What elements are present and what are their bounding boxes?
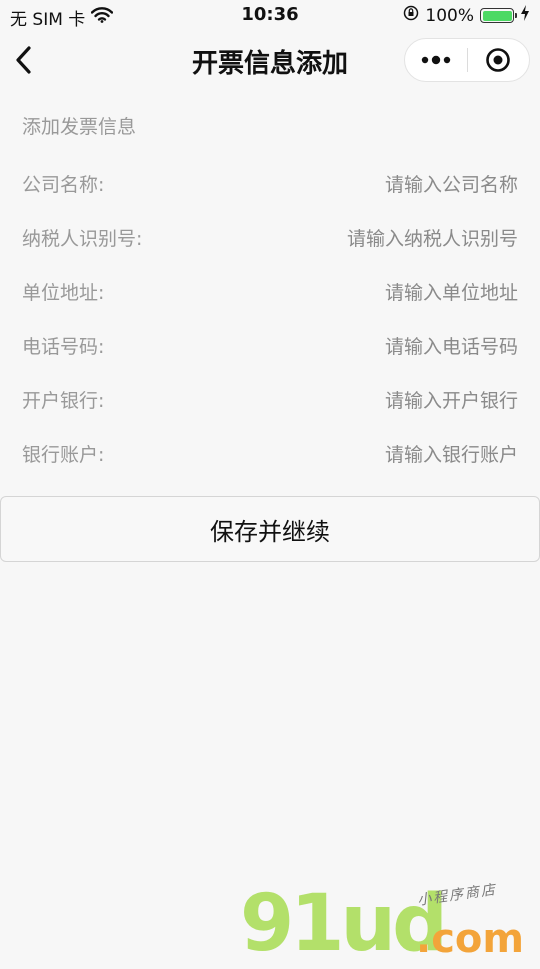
battery-icon — [480, 8, 517, 23]
form-row-bank-account: 银行账户: — [0, 440, 540, 494]
watermark: 91ud 小程序商店 .com — [240, 880, 540, 964]
company-name-input[interactable] — [218, 174, 518, 196]
field-label: 电话号码: — [22, 336, 105, 358]
phone-input[interactable] — [218, 336, 518, 358]
nav-bar: 开票信息添加 — [0, 30, 540, 90]
battery-fill — [482, 10, 512, 21]
status-bar: 无 SIM 卡 10:36 100% — [0, 0, 540, 30]
back-button[interactable] — [10, 44, 40, 76]
close-mini-program-button[interactable] — [467, 39, 529, 81]
watermark-domain: .com — [416, 916, 525, 962]
form-row-bank: 开户银行: — [0, 386, 540, 440]
save-and-continue-button[interactable]: 保存并继续 — [0, 496, 540, 562]
chevron-left-icon — [16, 46, 31, 74]
charging-icon — [520, 5, 530, 26]
rotation-lock-icon — [403, 5, 419, 26]
target-circle-icon — [486, 48, 511, 72]
field-label: 开户银行: — [22, 390, 105, 412]
taxpayer-id-input[interactable] — [218, 228, 518, 250]
section-header: 添加发票信息 — [22, 116, 137, 138]
form-row-taxpayer-id: 纳税人识别号: — [0, 224, 540, 278]
status-right: 100% — [403, 5, 530, 26]
bank-input[interactable] — [218, 390, 518, 412]
mini-program-capsule — [404, 38, 530, 82]
bank-account-input[interactable] — [218, 444, 518, 466]
battery-percent: 100% — [425, 5, 474, 26]
form-row-phone: 电话号码: — [0, 332, 540, 386]
form-row-address: 单位地址: — [0, 278, 540, 332]
more-button[interactable] — [405, 39, 467, 81]
address-input[interactable] — [218, 282, 518, 304]
field-label: 单位地址: — [22, 282, 105, 304]
field-label: 银行账户: — [22, 444, 105, 466]
field-label: 公司名称: — [22, 174, 105, 196]
form-row-company-name: 公司名称: — [0, 170, 540, 224]
battery-cap — [515, 13, 517, 18]
more-dots-icon — [421, 55, 450, 65]
field-label: 纳税人识别号: — [22, 228, 143, 250]
watermark-logo: 91ud — [240, 879, 448, 969]
